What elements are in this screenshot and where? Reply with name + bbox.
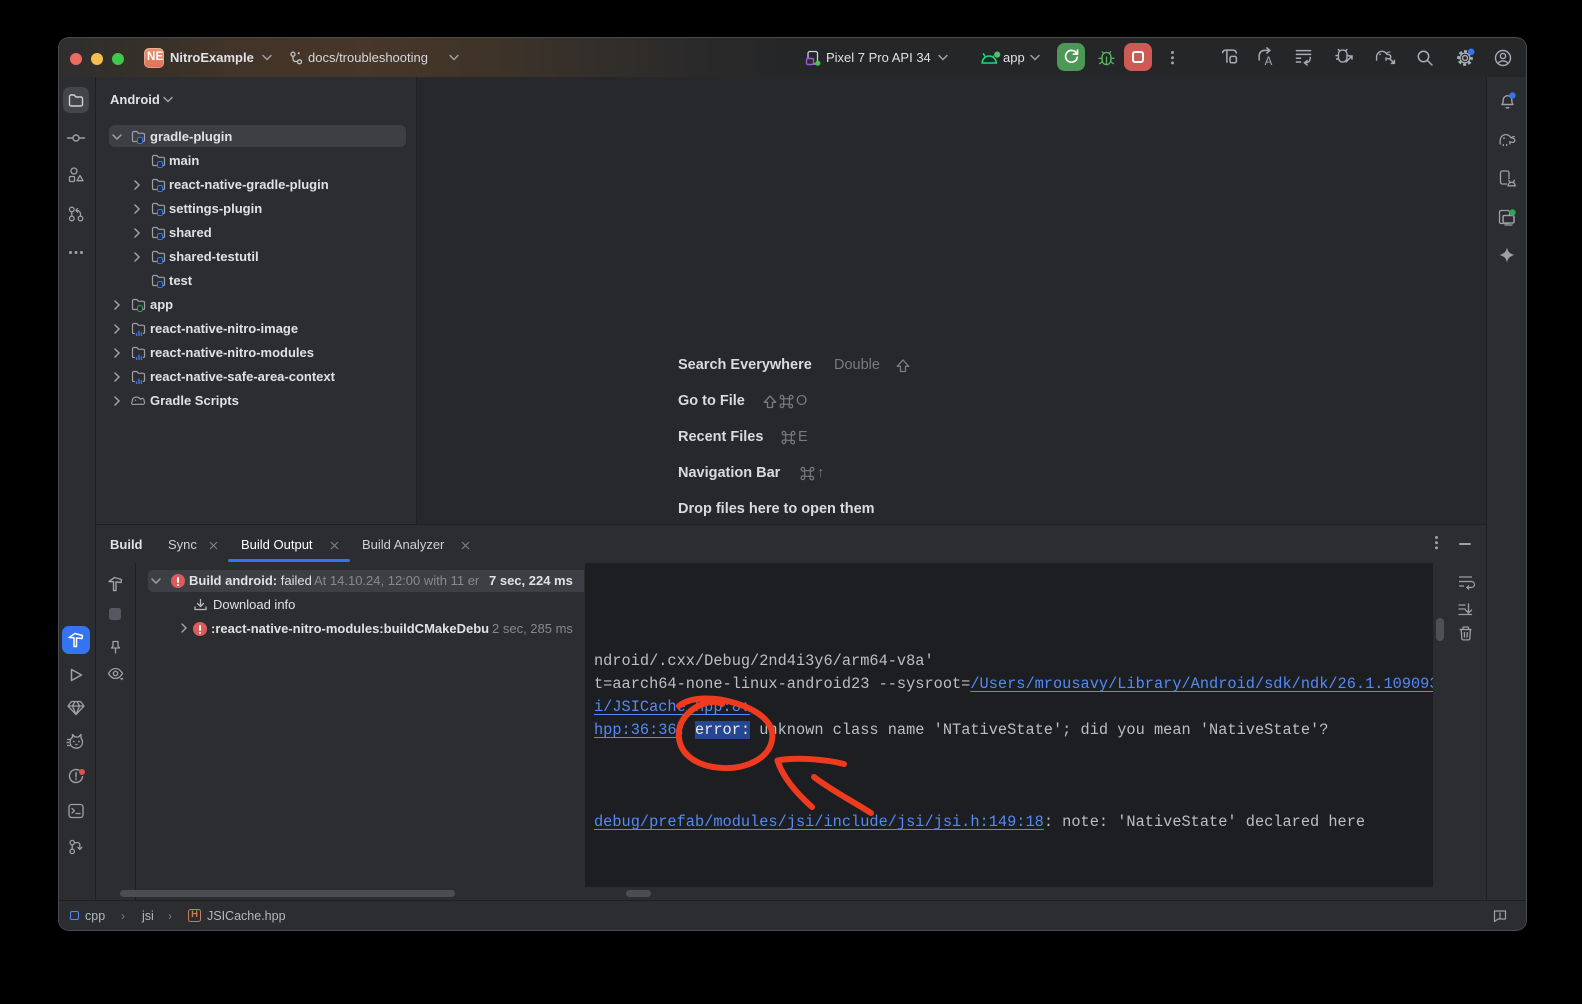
svg-text:A: A xyxy=(1265,56,1273,68)
